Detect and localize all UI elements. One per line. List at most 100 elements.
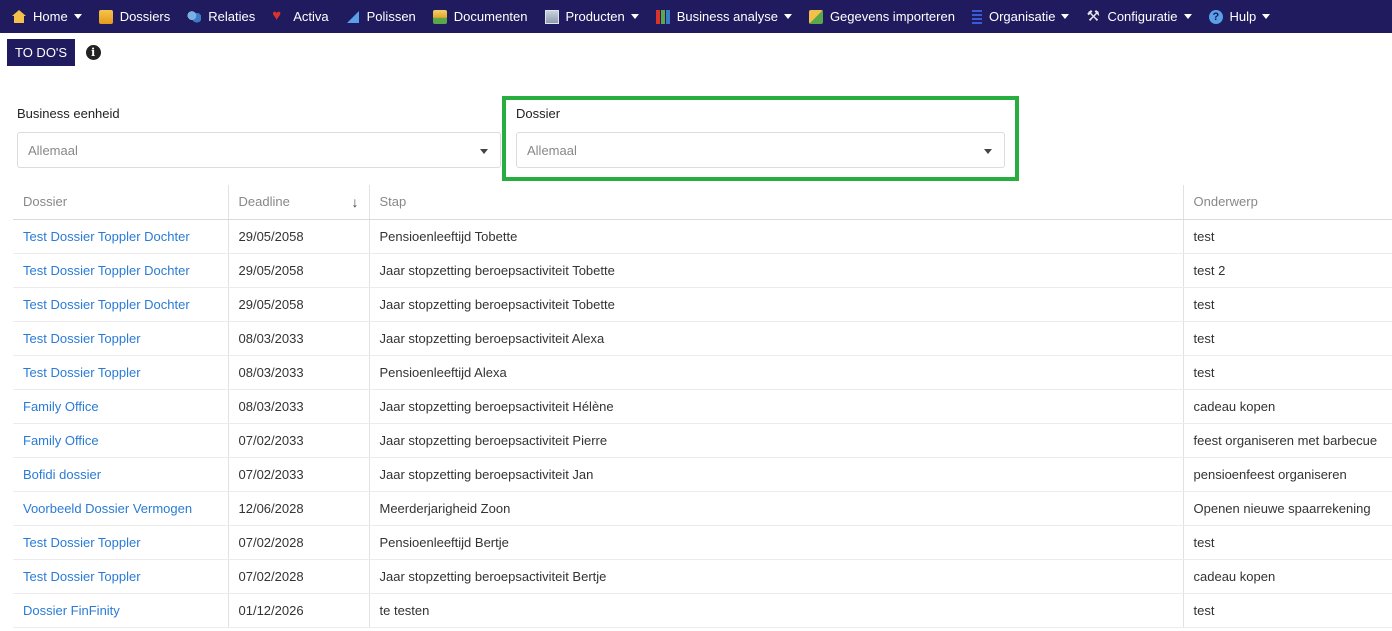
cell-onderwerp: test (1182, 593, 1392, 628)
nav-business-analyse[interactable]: Business analyse (655, 9, 792, 24)
chevron-down-icon (73, 14, 82, 19)
nav-organisatie[interactable]: Organisatie (971, 9, 1070, 24)
nav-activa[interactable]: Activa (272, 7, 329, 25)
column-header-stap[interactable]: Stap (368, 185, 1183, 220)
cell-stap: te testen (368, 593, 1183, 628)
nav-hulp[interactable]: Hulp (1208, 9, 1271, 24)
cell-deadline: 29/05/2058 (227, 219, 369, 254)
sort-descending-icon: ↓ (351, 193, 359, 210)
cell-stap: Jaar stopzetting beroepsactiviteit Jan (368, 457, 1183, 492)
nav-configuratie[interactable]: Configuratie (1086, 7, 1192, 25)
cell-onderwerp: feest organiseren met barbecue (1182, 423, 1392, 458)
info-icon: i (85, 45, 101, 60)
table-row[interactable]: Test Dossier Toppler Dochter 29/05/2058 Ja… (13, 287, 1392, 322)
nav-configuratie-label: Configuratie (1107, 9, 1178, 24)
cell-onderwerp: test (1182, 287, 1392, 322)
column-header-deadline-label: Deadline (238, 193, 290, 209)
column-header-dossier[interactable]: Dossier (13, 185, 228, 220)
cell-deadline: 08/03/2033 (227, 321, 369, 356)
cell-dossier-link[interactable]: Test Dossier Toppler (13, 355, 228, 390)
nav-polissen[interactable]: Polissen (346, 9, 416, 24)
cell-dossier-link[interactable]: Dossier FinFinity (13, 593, 228, 628)
nav-activa-label: Activa (293, 9, 329, 24)
cell-stap: Jaar stopzetting beroepsactiviteit Tobet… (368, 253, 1183, 288)
column-header-onderwerp[interactable]: Onderwerp (1182, 185, 1392, 220)
cell-deadline: 29/05/2058 (227, 253, 369, 288)
cell-dossier-link[interactable]: Family Office (13, 389, 228, 424)
cell-dossier-link[interactable]: Test Dossier Toppler Dochter (13, 287, 228, 322)
nav-home[interactable]: Home (12, 9, 82, 24)
cell-onderwerp: test (1182, 525, 1392, 560)
cell-dossier-link[interactable]: Voorbeeld Dossier Vermogen (13, 491, 228, 526)
heart-icon (272, 7, 286, 24)
nav-documenten[interactable]: Documenten (432, 9, 528, 24)
cell-dossier-link[interactable]: Test Dossier Toppler (13, 321, 228, 356)
table-row[interactable]: Test Dossier Toppler 07/02/2028 Jaar stopz… (13, 559, 1392, 594)
cell-onderwerp: pensioenfeest organiseren (1182, 457, 1392, 492)
organization-icon (971, 9, 982, 24)
home-icon (12, 9, 26, 24)
cell-stap: Pensioenleeftijd Tobette (368, 219, 1183, 254)
cell-onderwerp: test (1182, 219, 1392, 254)
relations-icon (187, 9, 202, 24)
nav-home-label: Home (33, 9, 68, 24)
cell-stap: Pensioenleeftijd Bertje (368, 525, 1183, 560)
nav-hulp-label: Hulp (1229, 9, 1257, 24)
nav-documenten-label: Documenten (453, 9, 528, 24)
table-row[interactable]: Test Dossier Toppler Dochter 29/05/2058 Pe… (13, 219, 1392, 254)
chevron-down-icon (1061, 14, 1070, 19)
import-icon (808, 9, 823, 24)
nav-producten[interactable]: Producten (544, 9, 639, 24)
chevron-down-icon (1262, 14, 1271, 19)
cell-dossier-link[interactable]: Family Office (13, 423, 228, 458)
nav-business-analyse-label: Business analyse (676, 9, 778, 24)
cell-dossier-link[interactable]: Test Dossier Toppler Dochter (13, 219, 228, 254)
cell-onderwerp: cadeau kopen (1182, 559, 1392, 594)
cell-dossier-link[interactable]: Test Dossier Toppler (13, 559, 228, 594)
cell-stap: Jaar stopzetting beroepsactiviteit Bertj… (368, 559, 1183, 594)
tab-info[interactable]: i (79, 39, 107, 66)
table-row[interactable]: Family Office 08/03/2033 Jaar stopzetting … (13, 389, 1392, 424)
nav-relaties[interactable]: Relaties (187, 9, 255, 24)
cell-deadline: 07/02/2028 (227, 559, 369, 594)
cell-dossier-link[interactable]: Bofidi dossier (13, 457, 228, 492)
column-header-deadline[interactable]: Deadline ↓ (227, 185, 369, 220)
business-unit-label: Business eenheid (17, 106, 120, 121)
help-icon (1208, 9, 1223, 24)
table-row[interactable]: Test Dossier Toppler 08/03/2033 Pensioenle… (13, 355, 1392, 390)
cell-deadline: 29/05/2058 (227, 287, 369, 322)
cell-onderwerp: cadeau kopen (1182, 389, 1392, 424)
cell-stap: Jaar stopzetting beroepsactiviteit Tobet… (368, 287, 1183, 322)
cell-deadline: 08/03/2033 (227, 355, 369, 390)
nav-polissen-label: Polissen (366, 9, 416, 24)
table-row[interactable]: Test Dossier Toppler 08/03/2033 Jaar stopz… (13, 321, 1392, 356)
cell-stap: Pensioenleeftijd Alexa (368, 355, 1183, 390)
nav-gegevens-importeren[interactable]: Gegevens importeren (808, 9, 955, 24)
table-row[interactable]: Bofidi dossier 07/02/2033 Jaar stopzetting… (13, 457, 1392, 492)
business-unit-select[interactable]: Allemaal (17, 132, 501, 168)
table-row[interactable]: Family Office 07/02/2033 Jaar stopzetting … (13, 423, 1392, 458)
table-row[interactable]: Voorbeeld Dossier Vermogen 12/06/2028 Meer… (13, 491, 1392, 526)
todo-table: Dossier Deadline ↓ Stap Onderwerp Test D… (13, 185, 1392, 628)
cell-deadline: 12/06/2028 (227, 491, 369, 526)
nav-dossiers[interactable]: Dossiers (98, 9, 170, 24)
table-row[interactable]: Test Dossier Toppler 07/02/2028 Pensioenle… (13, 525, 1392, 560)
table-row[interactable]: Dossier FinFinity 01/12/2026 te testen test (13, 593, 1392, 628)
cell-dossier-link[interactable]: Test Dossier Toppler (13, 525, 228, 560)
nav-producten-label: Producten (565, 9, 625, 24)
top-navbar: Home Dossiers Relaties Activa Polissen D… (0, 0, 1392, 33)
cell-onderwerp: test (1182, 355, 1392, 390)
table-row[interactable]: Test Dossier Toppler Dochter 29/05/2058 Ja… (13, 253, 1392, 288)
documents-icon (432, 9, 447, 24)
cell-stap: Jaar stopzetting beroepsactiviteit Alexa (368, 321, 1183, 356)
cell-deadline: 08/03/2033 (227, 389, 369, 424)
chevron-down-icon (480, 149, 488, 154)
nav-relaties-label: Relaties (208, 9, 256, 24)
nav-organisatie-label: Organisatie (988, 9, 1056, 24)
cell-dossier-link[interactable]: Test Dossier Toppler Dochter (13, 253, 228, 288)
tools-icon (1086, 7, 1100, 25)
table-header-row: Dossier Deadline ↓ Stap Onderwerp (13, 185, 1392, 220)
tab-todos[interactable]: TO DO'S (7, 39, 76, 66)
cell-onderwerp: test 2 (1182, 253, 1392, 288)
policy-icon (346, 10, 360, 24)
